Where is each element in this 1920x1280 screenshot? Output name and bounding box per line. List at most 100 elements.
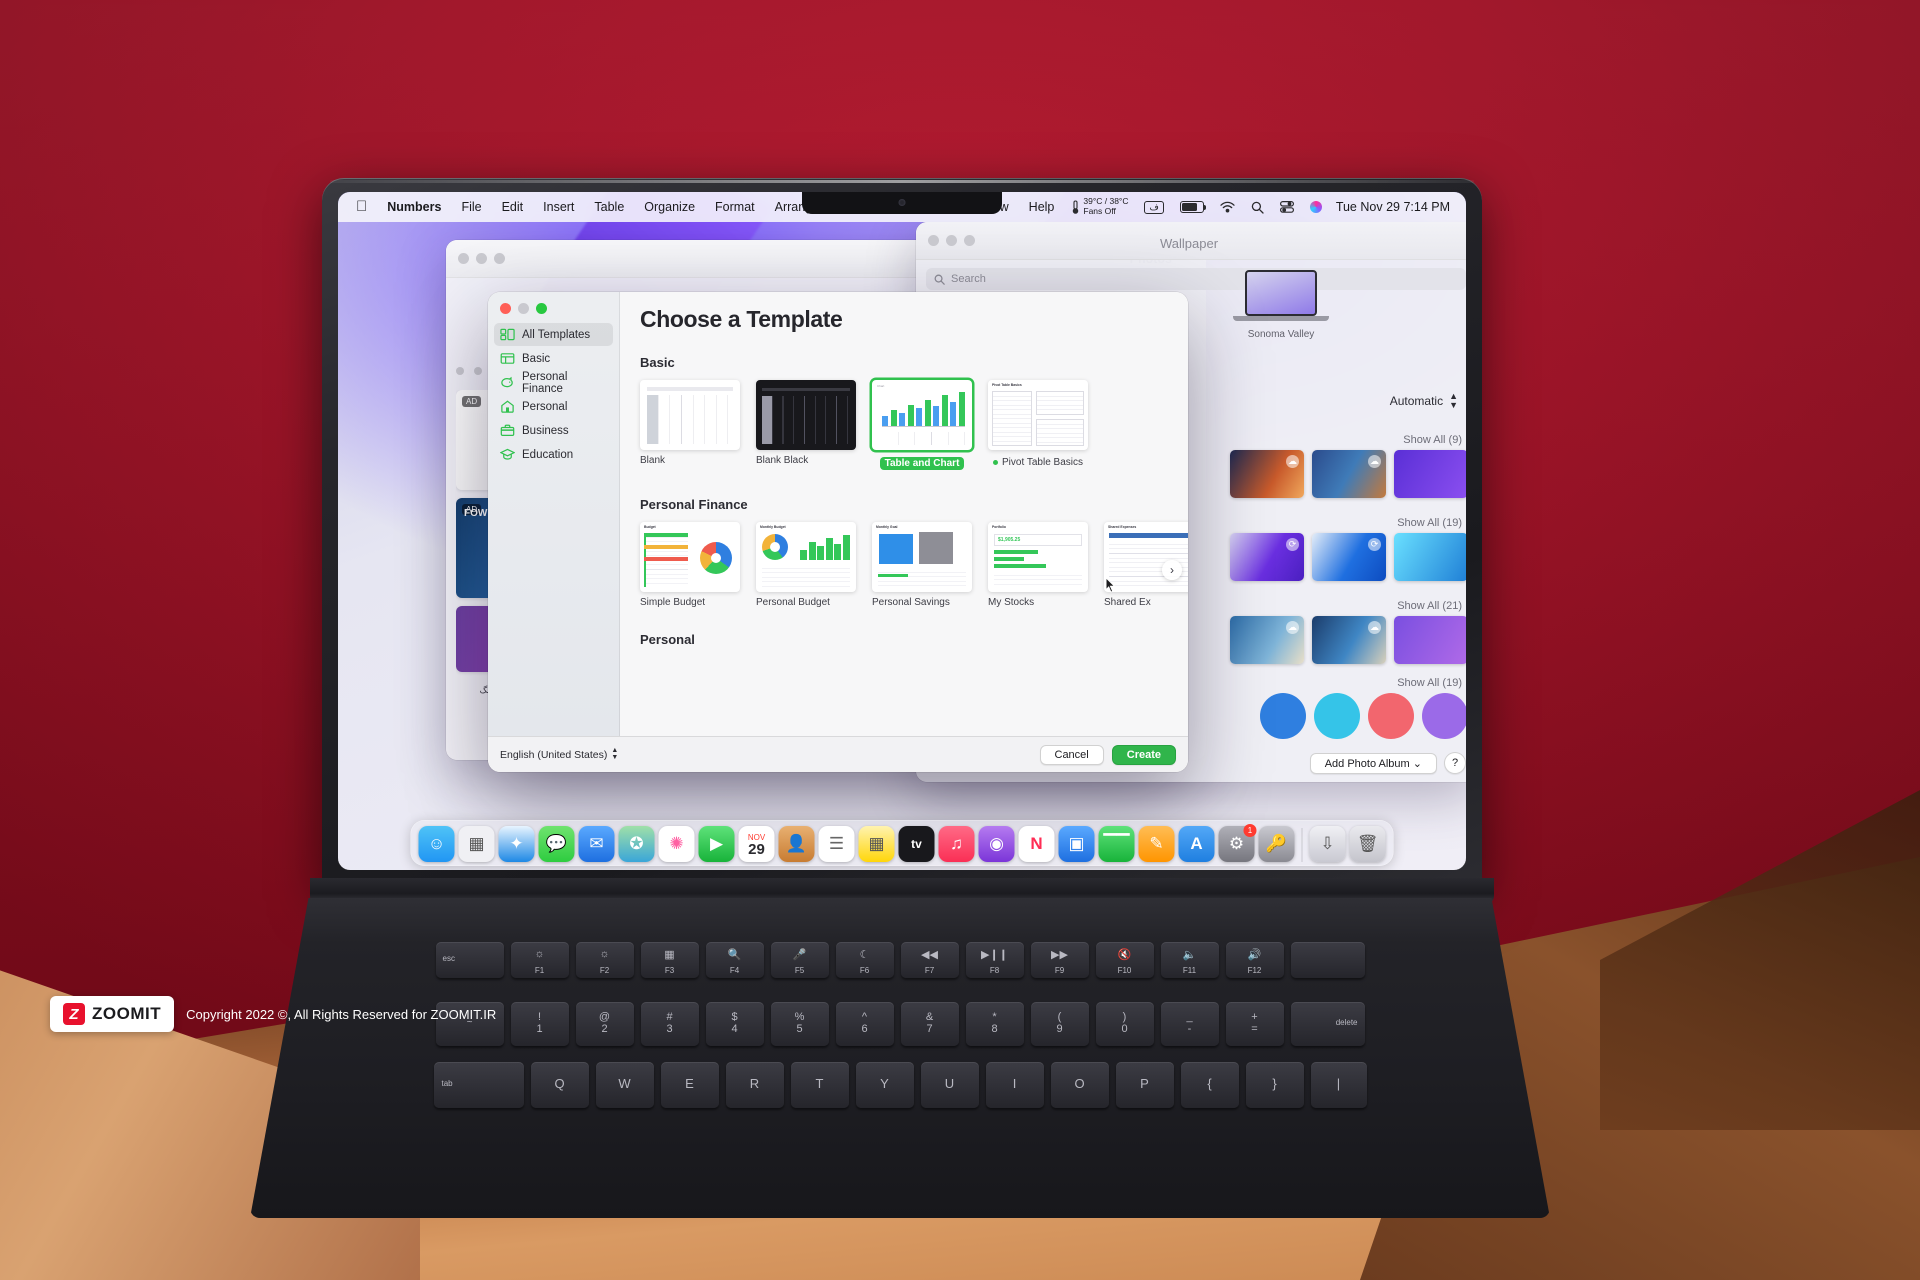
- key-f2[interactable]: ☼ F2: [575, 942, 634, 978]
- photos-traffic-lights[interactable]: [458, 253, 505, 264]
- sidebar-item-education[interactable]: Education: [494, 443, 613, 466]
- siri-icon[interactable]: [1302, 201, 1330, 213]
- cloud-download-icon[interactable]: ⟳: [1286, 538, 1299, 551]
- cloud-download-icon[interactable]: ☁: [1368, 455, 1381, 468]
- wallpaper-thumb[interactable]: [1394, 616, 1466, 664]
- color-swatch[interactable]: [1314, 693, 1360, 739]
- key-esc[interactable]: esc: [435, 942, 504, 978]
- menubar-clock[interactable]: Tue Nov 29 7:14 PM: [1330, 200, 1454, 214]
- template-thumbnail[interactable]: [756, 380, 856, 450]
- dock-item-finder[interactable]: ☺: [418, 826, 455, 862]
- key-t[interactable]: T: [790, 1062, 849, 1108]
- scroll-right-chevron-icon[interactable]: ›: [1162, 560, 1182, 580]
- wallpaper-thumb[interactable]: ⟳: [1230, 533, 1304, 581]
- menu-item-format[interactable]: Format: [705, 200, 765, 214]
- menu-item-edit[interactable]: Edit: [492, 200, 534, 214]
- cancel-button[interactable]: Cancel: [1039, 744, 1104, 765]
- key-q[interactable]: Q: [530, 1062, 589, 1108]
- search-input[interactable]: Search: [926, 268, 1466, 290]
- menu-item-numbers[interactable]: Numbers: [377, 200, 451, 214]
- wallpaper-thumb[interactable]: [1394, 533, 1466, 581]
- key-5[interactable]: % 5: [770, 1002, 829, 1046]
- apple-logo-icon[interactable]: : [350, 199, 377, 216]
- template-my-stocks[interactable]: Portfolio $1,905.25 My Stocks: [988, 522, 1088, 610]
- template-personal-budget[interactable]: Monthly Budget Personal Budget: [756, 522, 856, 610]
- wallpaper-thumb[interactable]: ⟳: [1312, 533, 1386, 581]
- dock-item-photos[interactable]: ✺: [658, 826, 695, 862]
- key-8[interactable]: * 8: [965, 1002, 1024, 1046]
- wallpaper-traffic-lights[interactable]: [928, 235, 975, 246]
- key-2[interactable]: @2: [575, 1002, 634, 1046]
- cloud-download-icon[interactable]: ☁: [1368, 621, 1381, 634]
- key-delete[interactable]: delete: [1290, 1002, 1365, 1046]
- battery-icon[interactable]: [1172, 201, 1212, 213]
- wallpaper-thumb[interactable]: [1394, 450, 1466, 498]
- template-blank-black[interactable]: Blank Black: [756, 380, 856, 475]
- menu-item-table[interactable]: Table: [584, 200, 634, 214]
- menu-item-organize[interactable]: Organize: [634, 200, 705, 214]
- key-touchid[interactable]: [1290, 942, 1365, 978]
- dock-item-numbers[interactable]: ▔▔: [1098, 826, 1135, 862]
- key-f6[interactable]: ☾ F6: [835, 942, 894, 978]
- add-photo-album-button[interactable]: Add Photo Album ⌄: [1309, 752, 1437, 774]
- key-f7[interactable]: ◀◀ F7: [900, 942, 959, 978]
- key-tab[interactable]: tab: [433, 1062, 524, 1108]
- close-button[interactable]: [458, 253, 469, 264]
- template-thumbnail[interactable]: Chart: [872, 380, 972, 450]
- key-bracket-left[interactable]: {: [1180, 1062, 1239, 1108]
- template-simple-budget[interactable]: Budget Simple Budget: [640, 522, 740, 610]
- dock-item-podcasts[interactable]: ◉: [978, 826, 1015, 862]
- show-all-link[interactable]: Show All (19): [1168, 517, 1466, 529]
- minimize-button[interactable]: [518, 303, 529, 314]
- dock-item-music[interactable]: ♫: [938, 826, 975, 862]
- color-swatch[interactable]: [1422, 693, 1466, 739]
- help-button[interactable]: ?: [1444, 752, 1466, 774]
- zoom-button[interactable]: [964, 235, 975, 246]
- wallpaper-thumb[interactable]: ☁: [1230, 616, 1304, 664]
- dock-item-notes[interactable]: ▦: [858, 826, 895, 862]
- key-bracket-right[interactable]: }: [1245, 1062, 1304, 1108]
- dock-item-contacts[interactable]: 👤: [778, 826, 815, 862]
- dock-item-maps[interactable]: ✪: [618, 826, 655, 862]
- wifi-icon[interactable]: [1212, 201, 1243, 213]
- color-swatch[interactable]: [1368, 693, 1414, 739]
- zoom-button[interactable]: [536, 303, 547, 314]
- color-swatch[interactable]: [1260, 693, 1306, 739]
- key-o[interactable]: O: [1050, 1062, 1109, 1108]
- key-4[interactable]: $4: [705, 1002, 764, 1046]
- keyboard-input-icon[interactable]: ف: [1136, 200, 1171, 214]
- menu-item-insert[interactable]: Insert: [533, 200, 584, 214]
- key-f9[interactable]: ▶▶ F9: [1030, 942, 1089, 978]
- template-thumbnail[interactable]: Pivot Table Basics: [988, 380, 1088, 450]
- show-all-link[interactable]: Show All (9): [1168, 434, 1466, 446]
- key-minus[interactable]: _ -: [1160, 1002, 1219, 1046]
- wallpaper-thumb[interactable]: ☁: [1312, 450, 1386, 498]
- key-3[interactable]: #3: [640, 1002, 699, 1046]
- dock-item-mail[interactable]: ✉: [578, 826, 615, 862]
- key-r[interactable]: R: [725, 1062, 784, 1108]
- key-0[interactable]: ) 0: [1095, 1002, 1154, 1046]
- dock-item-launchpad[interactable]: ▦: [458, 826, 495, 862]
- thermometer-icon[interactable]: 39°C / 38°C Fans Off: [1064, 196, 1136, 217]
- control-center-icon[interactable]: [1272, 201, 1302, 213]
- key-f3[interactable]: ▦ F3: [640, 942, 699, 978]
- create-button[interactable]: Create: [1111, 744, 1176, 765]
- show-all-link[interactable]: Show All (19): [1168, 677, 1466, 689]
- dock-item-trash[interactable]: 🗑: [1349, 826, 1386, 862]
- wallpaper-mode-select[interactable]: Automatic ▲ ▼: [1390, 392, 1458, 410]
- key-f10[interactable]: 🔇 F10: [1095, 942, 1154, 978]
- cloud-download-icon[interactable]: ⟳: [1368, 538, 1381, 551]
- dock-item-news[interactable]: N: [1018, 826, 1055, 862]
- key-f4[interactable]: 🔍 F4: [705, 942, 764, 978]
- template-thumbnail[interactable]: Monthly Budget: [756, 522, 856, 592]
- show-all-link[interactable]: Show All (21): [1168, 600, 1466, 612]
- template-thumbnail[interactable]: Budget: [640, 522, 740, 592]
- key-e[interactable]: E: [660, 1062, 719, 1108]
- sidebar-item-all-templates[interactable]: All Templates: [494, 323, 613, 346]
- template-table-and-chart[interactable]: Chart Table and Chart: [872, 380, 972, 475]
- template-thumbnail[interactable]: Monthly Goal: [872, 522, 972, 592]
- minimize-button[interactable]: [476, 253, 487, 264]
- dock-item-appstore[interactable]: A: [1178, 826, 1215, 862]
- dock[interactable]: ☺ ▦ ✦ 💬 ✉ ✪ ✺ ▶ NOV 29 👤 ☰ ▦ tv ♫ ◉ N ▣: [410, 820, 1394, 866]
- wallpaper-thumb[interactable]: ☁: [1312, 616, 1386, 664]
